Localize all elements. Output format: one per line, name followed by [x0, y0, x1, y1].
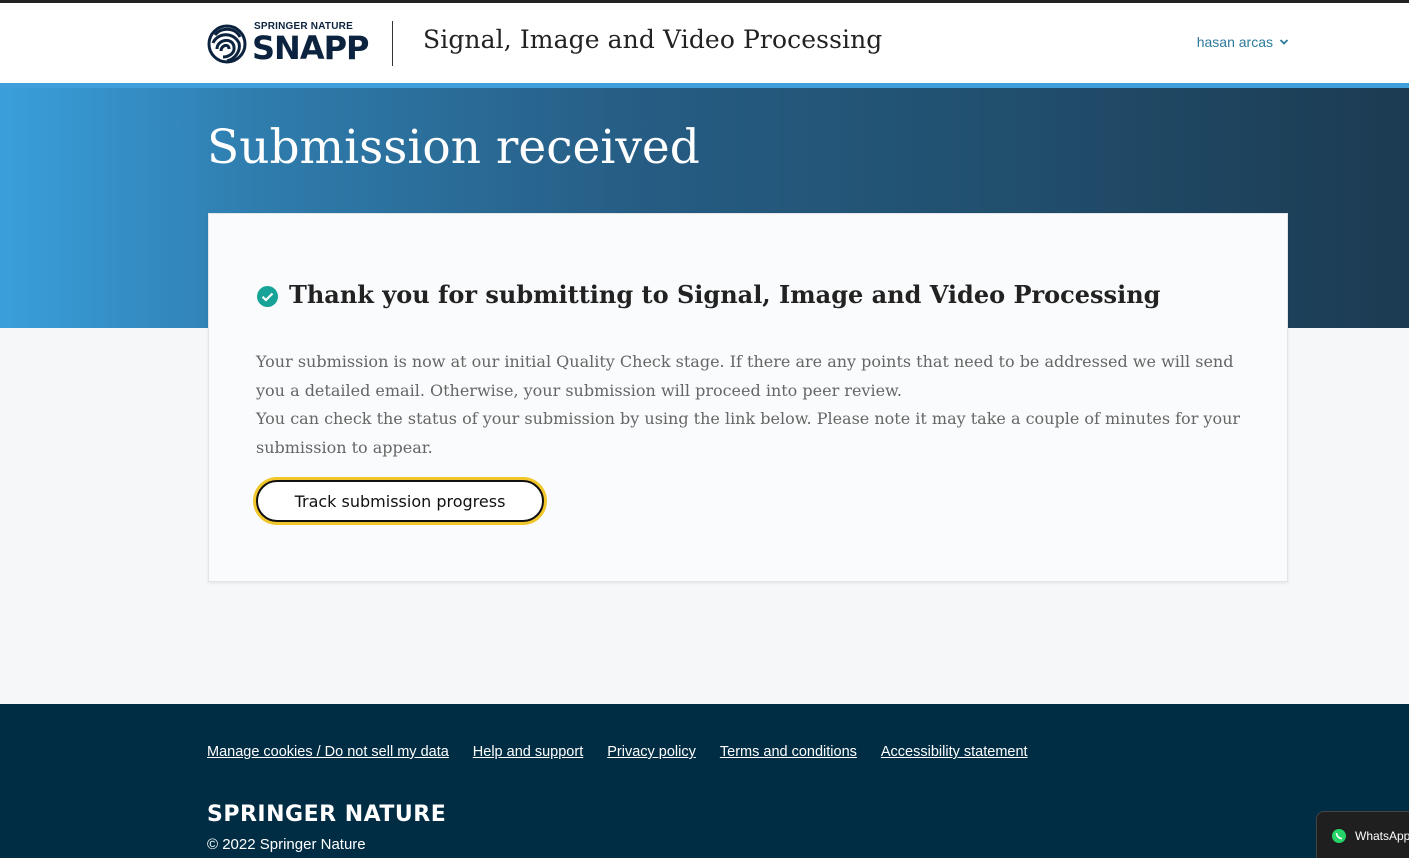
- logo-product-name: SNAPP: [252, 29, 369, 67]
- journal-title: Signal, Image and Video Processing: [423, 25, 883, 54]
- site-footer: Manage cookies / Do not sell my data Hel…: [0, 704, 1409, 858]
- user-menu-button[interactable]: hasan arcas: [1197, 34, 1289, 50]
- snapp-logo[interactable]: SPRINGER NATURE SNAPP: [207, 20, 369, 70]
- confirmation-card: Thank you for submitting to Signal, Imag…: [208, 213, 1288, 582]
- site-header: SPRINGER NATURE SNAPP Signal, Image and …: [0, 3, 1409, 83]
- copyright-text: © 2022 Springer Nature: [207, 836, 366, 853]
- page-title: Submission received: [207, 120, 700, 175]
- footer-link-privacy[interactable]: Privacy policy: [607, 744, 696, 760]
- user-name: hasan arcas: [1196, 34, 1273, 50]
- footer-link-terms[interactable]: Terms and conditions: [720, 744, 857, 760]
- track-submission-button[interactable]: Track submission progress: [256, 480, 544, 522]
- check-circle-icon: [257, 286, 278, 307]
- status-paragraph: You can check the status of your submiss…: [256, 409, 1241, 457]
- footer-links: Manage cookies / Do not sell my data Hel…: [207, 744, 1028, 760]
- whatsapp-widget[interactable]: WhatsApp: [1316, 811, 1409, 858]
- snapp-fingerprint-icon: [207, 24, 247, 64]
- whatsapp-label: WhatsApp: [1355, 829, 1409, 843]
- confirmation-heading: Thank you for submitting to Signal, Imag…: [289, 280, 1161, 309]
- footer-link-cookies[interactable]: Manage cookies / Do not sell my data: [207, 744, 449, 760]
- footer-link-accessibility[interactable]: Accessibility statement: [881, 744, 1028, 760]
- quality-check-paragraph: Your submission is now at our initial Qu…: [256, 352, 1234, 400]
- springer-nature-logo: SPRINGER NATURE: [207, 802, 447, 827]
- confirmation-body: Your submission is now at our initial Qu…: [256, 348, 1246, 462]
- header-divider: [392, 21, 393, 66]
- footer-link-help[interactable]: Help and support: [473, 744, 583, 760]
- whatsapp-icon: [1332, 829, 1346, 843]
- hero-accent-line: [0, 83, 1409, 88]
- chevron-down-icon: [1279, 39, 1289, 45]
